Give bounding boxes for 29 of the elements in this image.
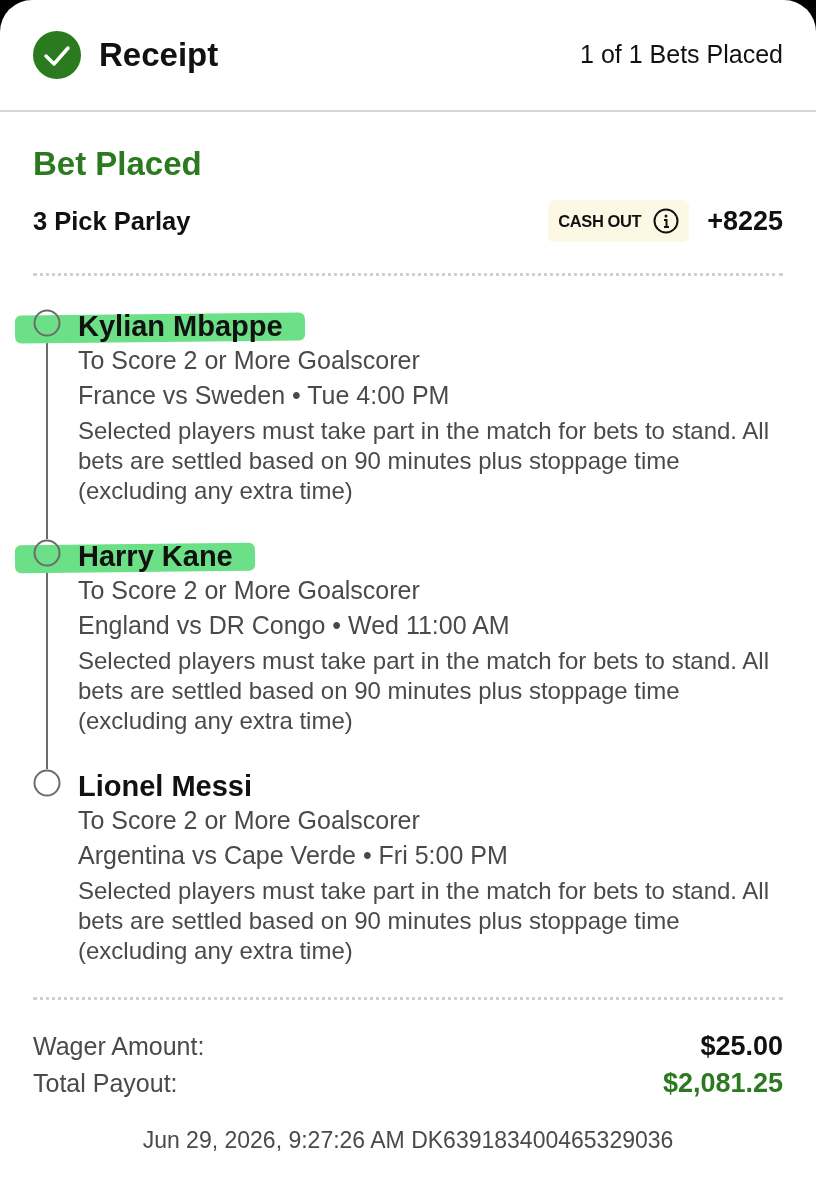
cash-out-label: CASH OUT — [558, 210, 642, 232]
market-text: To Score 2 or More Goalscorer — [78, 805, 421, 836]
summary-value: $25.00 — [700, 1030, 783, 1064]
match-text: England vs DR Congo • Wed 11:00 AM — [78, 610, 511, 641]
circle-icon — [33, 309, 61, 337]
rules-note: Selected players must take part in the match for bets to stand. All bets are settled based on 90 minutes plus stoppage time (excluding any extra time) — [78, 876, 771, 966]
player-name: Harry Kane — [78, 539, 233, 573]
circle-icon — [33, 539, 61, 567]
market-text: To Score 2 or More Goalscorer — [78, 575, 421, 606]
player-name: Kylian Mbappe — [78, 309, 283, 343]
receipt-timestamp-id: Jun 29, 2026, 9:27:26 AM DK639183400465329036 — [142, 1126, 674, 1154]
parlay-odds: +8225 — [707, 204, 783, 238]
circle-icon — [33, 769, 61, 797]
match-text: France vs Sweden • Tue 4:00 PM — [78, 380, 451, 411]
cash-out-badge[interactable]: CASH OUT — [548, 200, 690, 242]
summary-value: $2,081.25 — [662, 1067, 783, 1101]
receipt-title: Receipt — [99, 35, 219, 76]
match-text: Argentina vs Cape Verde • Fri 5:00 PM — [78, 840, 509, 871]
info-icon[interactable] — [653, 208, 680, 234]
check-circle-icon — [33, 31, 81, 79]
rules-note: Selected players must take part in the match for bets to stand. All bets are settled based on 90 minutes plus stoppage time (excluding any extra time) — [78, 416, 771, 506]
parlay-type: 3 Pick Parlay — [33, 205, 191, 237]
market-text: To Score 2 or More Goalscorer — [78, 345, 421, 376]
bets-placed-count: 1 of 1 Bets Placed — [580, 39, 783, 71]
summary-label: Total Payout: — [33, 1067, 178, 1099]
bet-status: Bet Placed — [33, 146, 202, 182]
player-name: Lionel Messi — [78, 769, 253, 803]
rules-note: Selected players must take part in the match for bets to stand. All bets are settled based on 90 minutes plus stoppage time (excluding any extra time) — [78, 646, 771, 736]
summary-label: Wager Amount: — [33, 1030, 205, 1062]
